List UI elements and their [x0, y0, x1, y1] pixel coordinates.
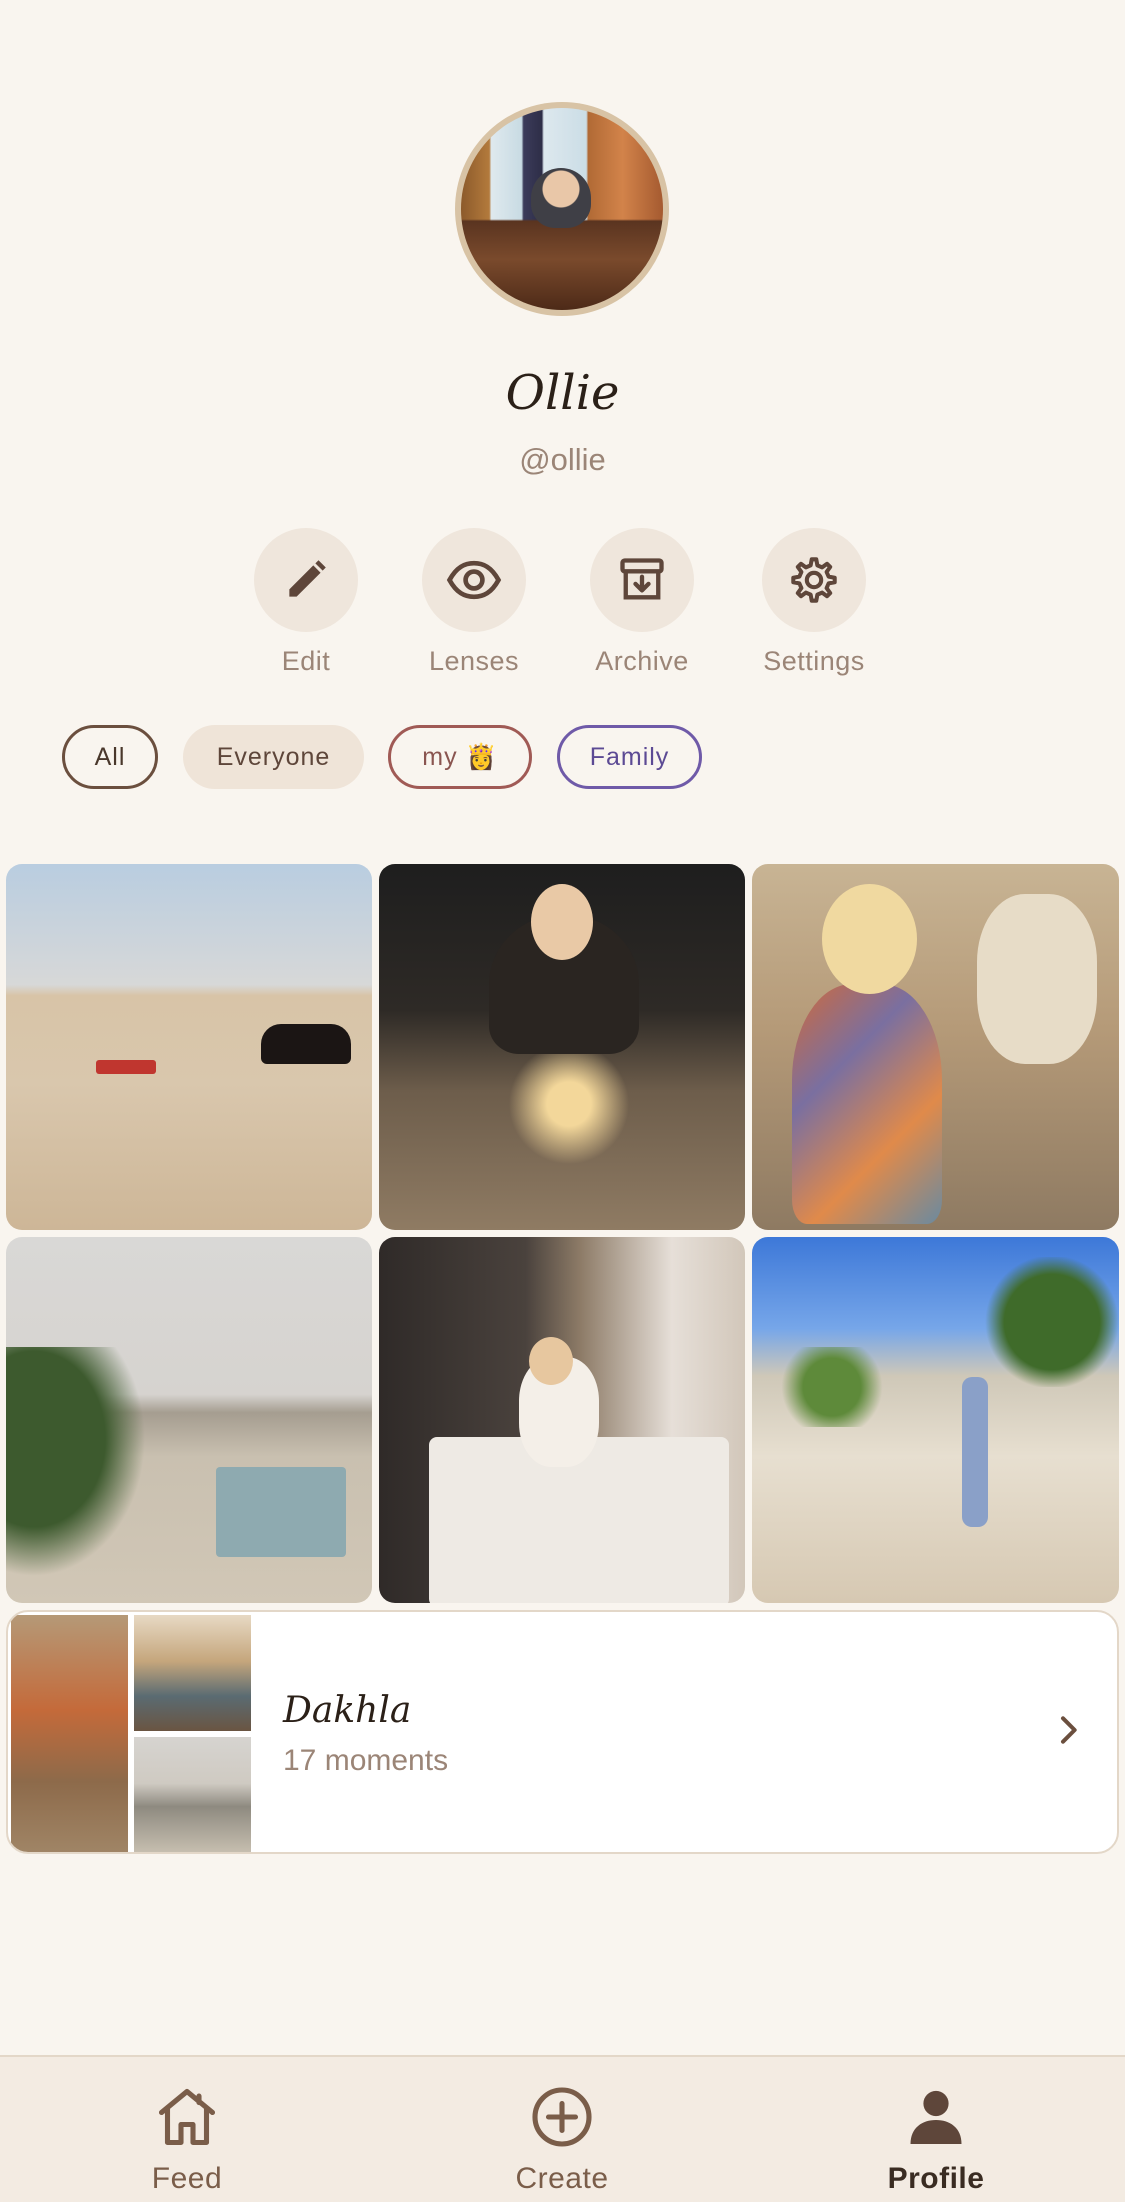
- photo-tile[interactable]: [379, 864, 745, 1230]
- person-icon: [910, 2090, 962, 2144]
- filter-chip-everyone[interactable]: Everyone: [183, 725, 364, 789]
- album-thumbnail: [11, 1615, 128, 1852]
- nav-profile[interactable]: Profile: [836, 2081, 1036, 2196]
- album-card[interactable]: Dakhla 17 moments: [6, 1610, 1119, 1854]
- profile-avatar[interactable]: [455, 102, 669, 316]
- album-thumbnail: [134, 1615, 251, 1731]
- filter-chip-family[interactable]: Family: [557, 725, 702, 789]
- photo-tile[interactable]: [6, 864, 372, 1230]
- chevron-right-icon: [1061, 1716, 1077, 1744]
- archive-label: Archive: [595, 646, 689, 676]
- avatar-photo: [461, 108, 663, 310]
- lenses-label: Lenses: [428, 646, 520, 676]
- plus-circle-icon: [532, 2087, 592, 2147]
- lenses-button[interactable]: Lenses: [389, 528, 559, 677]
- nav-feed[interactable]: Feed: [87, 2081, 287, 2196]
- profile-handle: @ollie: [519, 442, 606, 477]
- archive-icon: [620, 558, 664, 600]
- album-thumbnail: [134, 1737, 251, 1852]
- edit-button[interactable]: Edit: [221, 528, 391, 677]
- album-title: Dakhla: [283, 1690, 412, 1731]
- home-icon: [158, 2088, 216, 2146]
- settings-button[interactable]: Settings: [729, 528, 899, 677]
- bottom-nav: Feed Create Profile: [0, 2055, 1125, 2202]
- photo-tile[interactable]: [6, 1237, 372, 1603]
- nav-create[interactable]: Create: [462, 2081, 662, 2196]
- photo-tile[interactable]: [752, 1237, 1119, 1603]
- photo-tile[interactable]: [752, 864, 1119, 1230]
- filter-chip-all[interactable]: All: [62, 725, 158, 789]
- nav-feed-label: Feed: [151, 2162, 223, 2195]
- album-moment-count: 17 moments: [283, 1744, 449, 1777]
- photo-tile[interactable]: [379, 1237, 745, 1603]
- eye-icon: [446, 560, 502, 600]
- pencil-icon: [289, 560, 326, 597]
- nav-profile-label: Profile: [887, 2162, 985, 2195]
- gear-icon: [791, 557, 837, 603]
- settings-label: Settings: [763, 646, 865, 676]
- edit-label: Edit: [281, 646, 331, 676]
- filter-chip-my[interactable]: my 👸: [388, 725, 532, 789]
- nav-create-label: Create: [515, 2162, 609, 2195]
- profile-name: Ollie: [505, 365, 620, 421]
- archive-button[interactable]: Archive: [557, 528, 727, 677]
